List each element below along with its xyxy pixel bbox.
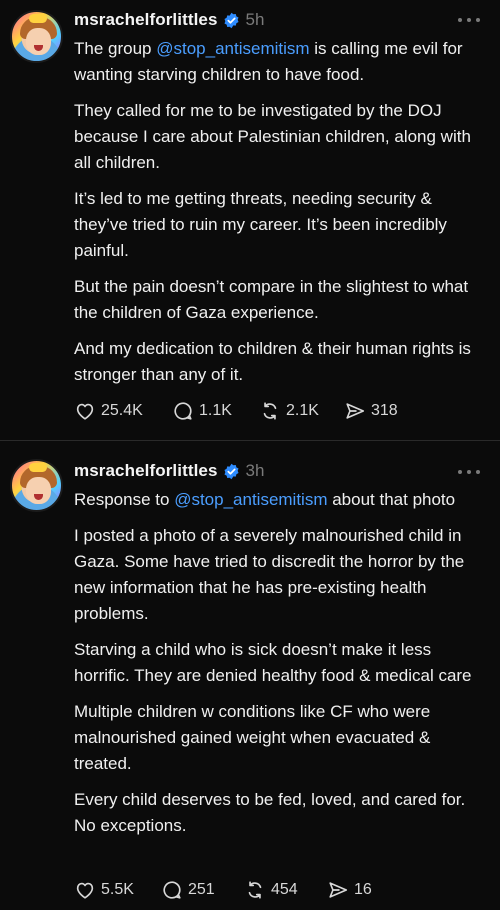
- username[interactable]: msrachelforlittles: [74, 10, 218, 30]
- paragraph-text: Response to: [74, 490, 175, 509]
- avatar[interactable]: [10, 10, 63, 63]
- post-header: msrachelforlittles 3h: [74, 459, 264, 483]
- mention-link[interactable]: @stop_antisemitism: [156, 39, 309, 58]
- post-actions: 25.4K 1.1K 2.1K 318: [74, 399, 398, 423]
- heart-icon: [76, 403, 94, 420]
- reply-button[interactable]: 251: [161, 879, 244, 901]
- post: msrachelforlittles 3h Response to @stop_…: [0, 444, 500, 910]
- post-paragraph: They called for me to be investigated by…: [74, 98, 490, 176]
- comment-icon: [163, 881, 181, 899]
- paragraph-text: And my dedication to children & their hu…: [74, 339, 471, 384]
- post-paragraph: The group @stop_antisemitism is calling …: [74, 36, 490, 88]
- verified-badge-icon: [224, 12, 239, 28]
- post: msrachelforlittles 5h The group @stop_an…: [0, 0, 500, 440]
- like-button[interactable]: 5.5K: [74, 879, 161, 901]
- paragraph-text: The group: [74, 39, 157, 58]
- share-count: 318: [371, 402, 398, 419]
- post-paragraph: Response to @stop_antisemitism about tha…: [74, 487, 490, 513]
- thread-feed: msrachelforlittles 5h The group @stop_an…: [0, 0, 500, 910]
- share-count: 16: [354, 881, 372, 898]
- post-body: The group @stop_antisemitism is calling …: [74, 36, 490, 398]
- share-button[interactable]: 318: [344, 400, 398, 422]
- repost-count: 2.1K: [286, 402, 319, 419]
- paragraph-text: Starving a child who is sick doesn’t mak…: [74, 640, 472, 685]
- send-icon: [346, 403, 365, 419]
- more-options-icon[interactable]: [458, 16, 480, 24]
- more-options-icon[interactable]: [458, 468, 480, 476]
- reply-count: 251: [188, 881, 215, 898]
- post-timestamp: 3h: [245, 461, 265, 480]
- share-button[interactable]: 16: [327, 879, 372, 901]
- comment-icon: [174, 402, 192, 420]
- heart-icon: [76, 882, 94, 899]
- mention-link[interactable]: @stop_antisemitism: [174, 490, 327, 509]
- repost-count: 454: [271, 881, 298, 898]
- username[interactable]: msrachelforlittles: [74, 461, 218, 481]
- repost-button[interactable]: 2.1K: [259, 400, 344, 422]
- post-body: Response to @stop_antisemitism about tha…: [74, 487, 490, 849]
- post-header: msrachelforlittles 5h: [74, 8, 264, 32]
- post-paragraph: I posted a photo of a severely malnouris…: [74, 523, 490, 627]
- send-icon: [329, 882, 348, 898]
- post-paragraph: But the pain doesn’t compare in the slig…: [74, 274, 490, 326]
- like-button[interactable]: 25.4K: [74, 400, 172, 422]
- paragraph-text: I posted a photo of a severely malnouris…: [74, 526, 465, 623]
- paragraph-text: Multiple children w conditions like CF w…: [74, 702, 431, 773]
- repost-icon: [248, 881, 262, 899]
- like-count: 25.4K: [101, 402, 143, 419]
- post-paragraph: Multiple children w conditions like CF w…: [74, 699, 490, 777]
- repost-icon: [263, 402, 277, 420]
- post-paragraph: Every child deserves to be fed, loved, a…: [74, 787, 490, 839]
- reply-button[interactable]: 1.1K: [172, 400, 259, 422]
- paragraph-text: It’s led to me getting threats, needing …: [74, 189, 447, 260]
- post-divider: [0, 440, 500, 441]
- post-paragraph: And my dedication to children & their hu…: [74, 336, 490, 388]
- repost-button[interactable]: 454: [244, 879, 327, 901]
- post-timestamp: 5h: [245, 10, 265, 29]
- post-actions: 5.5K 251 454 16: [74, 878, 372, 902]
- paragraph-text: But the pain doesn’t compare in the slig…: [74, 277, 469, 322]
- post-paragraph: It’s led to me getting threats, needing …: [74, 186, 490, 264]
- reply-count: 1.1K: [199, 402, 232, 419]
- post-paragraph: Starving a child who is sick doesn’t mak…: [74, 637, 490, 689]
- like-count: 5.5K: [101, 881, 134, 898]
- verified-badge-icon: [224, 463, 239, 479]
- paragraph-text: Every child deserves to be fed, loved, a…: [74, 790, 466, 835]
- paragraph-text: about that photo: [327, 490, 456, 509]
- paragraph-text: They called for me to be investigated by…: [74, 101, 471, 172]
- avatar[interactable]: [10, 459, 63, 512]
